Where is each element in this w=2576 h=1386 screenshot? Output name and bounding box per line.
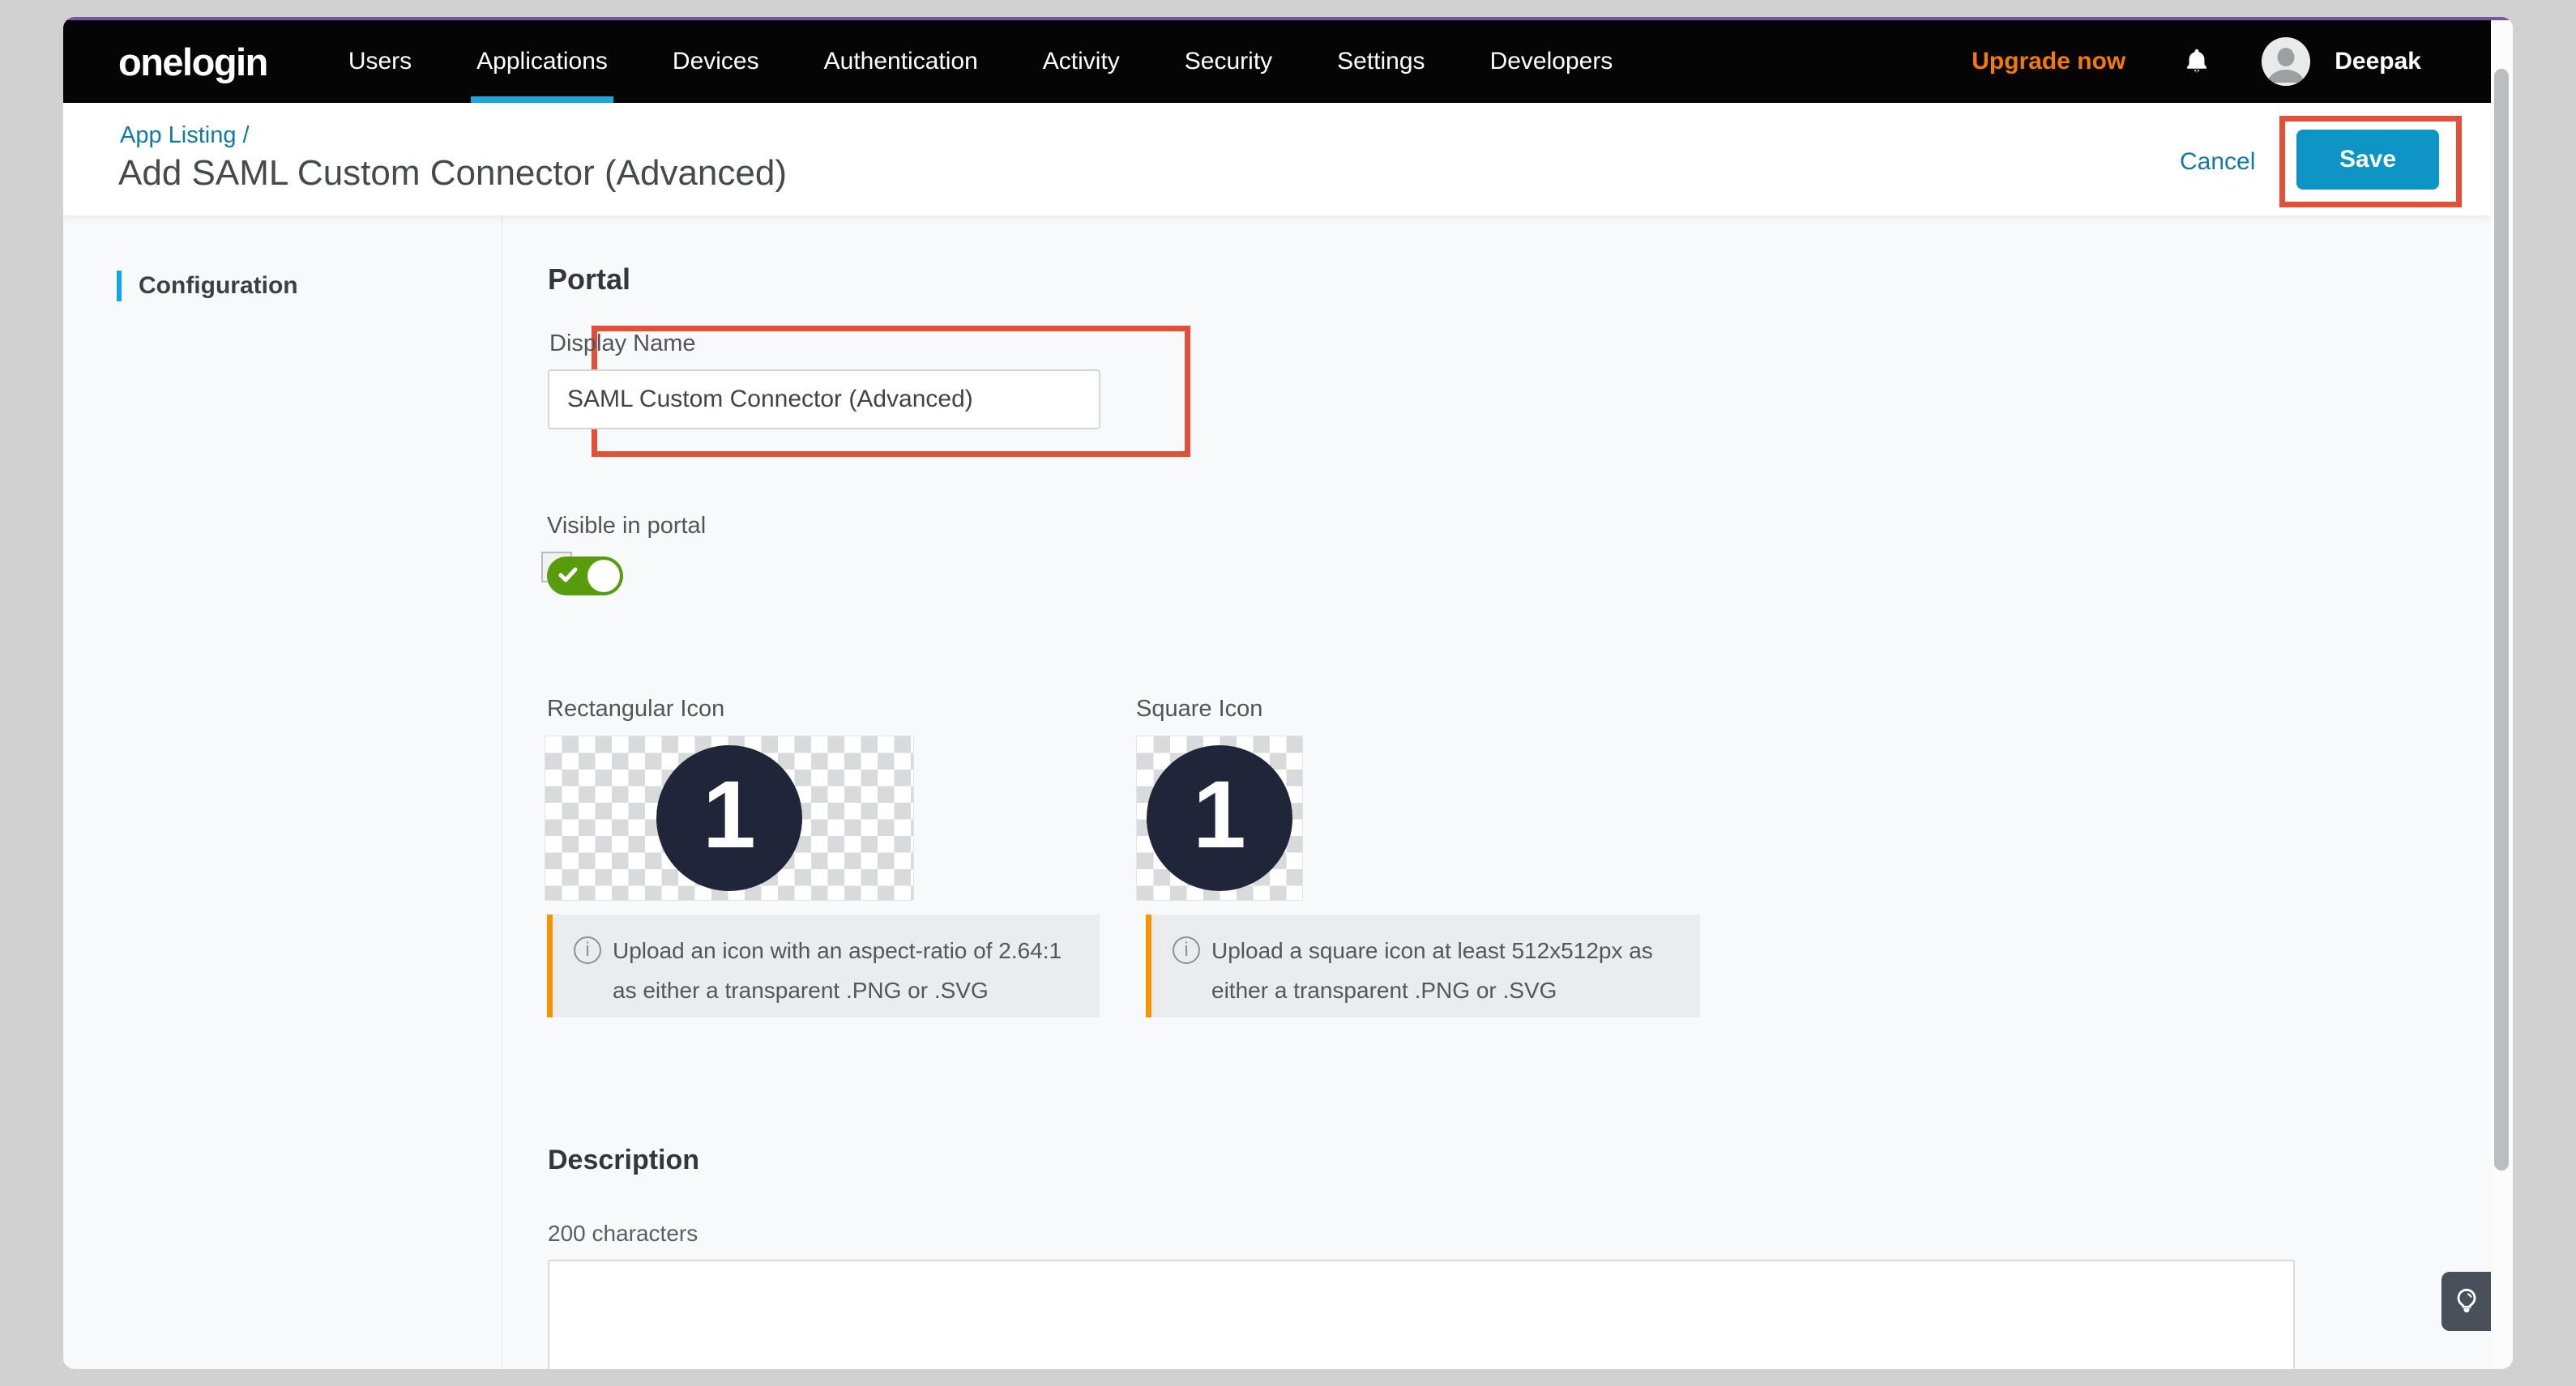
active-marker bbox=[117, 271, 122, 301]
save-button[interactable]: Save bbox=[2296, 130, 2439, 190]
scrollbar-thumb[interactable] bbox=[2494, 69, 2509, 1171]
rectangular-icon-info-text: Upload an icon with an aspect-ratio of 2… bbox=[613, 931, 1080, 1017]
nav-item-users[interactable]: Users bbox=[348, 20, 412, 103]
rectangular-icon-info: i Upload an icon with an aspect-ratio of… bbox=[547, 915, 1100, 1017]
toggle-knob bbox=[587, 560, 620, 592]
notification-bell-icon[interactable] bbox=[2182, 45, 2211, 78]
toggle-track bbox=[547, 557, 623, 595]
rectangular-icon-label: Rectangular Icon bbox=[547, 696, 724, 723]
badge-number: 1 bbox=[1193, 760, 1246, 876]
cancel-button[interactable]: Cancel bbox=[2180, 148, 2255, 176]
user-name[interactable]: Deepak bbox=[2335, 48, 2421, 75]
square-icon-info: i Upload a square icon at least 512x512p… bbox=[1146, 915, 1700, 1017]
sidebar-item-configuration[interactable]: Configuration bbox=[117, 271, 298, 301]
app-window: onelogin Users Applications Devices Auth… bbox=[63, 17, 2513, 1369]
character-limit-label: 200 characters bbox=[548, 1221, 698, 1247]
badge-number: 1 bbox=[703, 760, 756, 876]
nav-item-settings[interactable]: Settings bbox=[1337, 20, 1425, 103]
page-body: Configuration Portal Display Name Visibl… bbox=[63, 216, 2491, 1369]
nav-right-group: Upgrade now Deepak bbox=[1972, 37, 2421, 86]
display-name-input[interactable] bbox=[548, 369, 1100, 429]
window-scrollbar[interactable] bbox=[2491, 20, 2513, 1369]
visible-in-portal-label: Visible in portal bbox=[547, 513, 706, 539]
top-navbar: onelogin Users Applications Devices Auth… bbox=[63, 20, 2491, 103]
page-title: Add SAML Custom Connector (Advanced) bbox=[118, 153, 787, 194]
user-avatar[interactable] bbox=[2262, 37, 2310, 86]
check-icon bbox=[558, 567, 578, 583]
nav-items: Users Applications Devices Authenticatio… bbox=[348, 20, 1613, 103]
description-textarea[interactable] bbox=[548, 1260, 2295, 1369]
square-icon-label: Square Icon bbox=[1136, 696, 1262, 723]
display-name-label: Display Name bbox=[549, 331, 696, 357]
onelogin-badge-icon: 1 bbox=[1147, 745, 1292, 891]
rectangular-icon-preview[interactable]: 1 bbox=[545, 736, 914, 901]
portal-section-title: Portal bbox=[548, 262, 630, 296]
onelogin-logo: onelogin bbox=[118, 40, 267, 84]
square-icon-info-text: Upload a square icon at least 512x512px … bbox=[1211, 931, 1681, 1017]
onelogin-badge-icon: 1 bbox=[656, 745, 802, 891]
nav-item-devices[interactable]: Devices bbox=[673, 20, 759, 103]
visible-in-portal-toggle[interactable] bbox=[547, 557, 623, 595]
nav-item-authentication[interactable]: Authentication bbox=[824, 20, 978, 103]
info-icon: i bbox=[574, 936, 601, 964]
info-icon: i bbox=[1173, 936, 1200, 964]
breadcrumb[interactable]: App Listing / bbox=[120, 122, 250, 149]
nav-item-security[interactable]: Security bbox=[1185, 20, 1272, 103]
lightbulb-icon bbox=[2450, 1284, 2483, 1320]
sidebar-item-label: Configuration bbox=[139, 272, 298, 300]
description-section-title: Description bbox=[548, 1145, 699, 1176]
page-header: App Listing / Add SAML Custom Connector … bbox=[63, 103, 2491, 216]
nav-item-activity[interactable]: Activity bbox=[1043, 20, 1120, 103]
nav-item-developers[interactable]: Developers bbox=[1490, 20, 1613, 103]
nav-item-applications[interactable]: Applications bbox=[476, 20, 608, 103]
upgrade-now-link[interactable]: Upgrade now bbox=[1972, 48, 2125, 75]
square-icon-preview[interactable]: 1 bbox=[1136, 736, 1303, 901]
help-lightbulb-button[interactable] bbox=[2441, 1272, 2491, 1331]
